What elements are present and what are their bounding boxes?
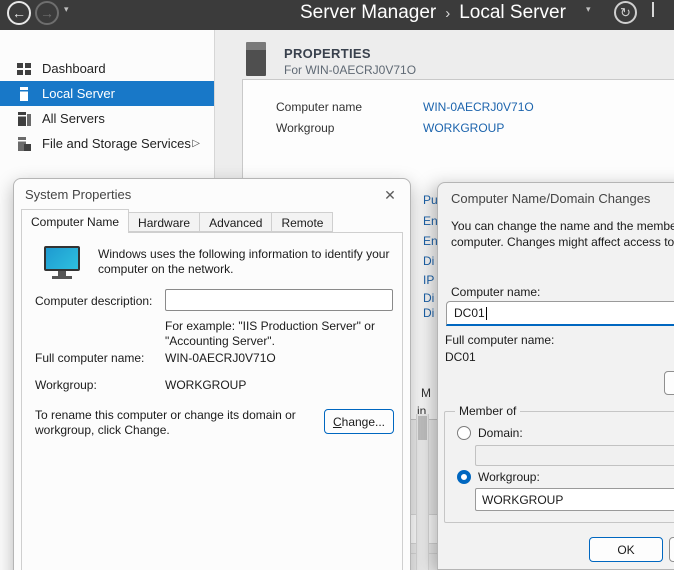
sidebar-item-file-storage-services[interactable]: File and Storage Services ▷ (0, 131, 214, 156)
full-computer-name-value: DC01 (445, 350, 476, 364)
domain-input (475, 445, 674, 466)
page-title: Local Server (459, 2, 566, 23)
expand-arrow-icon[interactable]: ▷ (192, 138, 200, 149)
clipped-text: M (421, 386, 431, 400)
breadcrumb-separator-icon: › (436, 5, 459, 22)
clipped-text: Pu (423, 193, 438, 207)
workgroup-label: Workgroup (276, 121, 334, 135)
sidebar-item-label: Local Server (42, 86, 115, 101)
rename-hint-text: To rename this computer or change its do… (35, 408, 303, 438)
dialog-title: System Properties (25, 187, 131, 202)
close-icon[interactable]: ✕ (380, 185, 400, 205)
tab-hardware[interactable]: Hardware (129, 212, 200, 232)
clipped-text: En (423, 214, 438, 228)
workgroup-radio[interactable] (457, 470, 471, 484)
manage-caret-icon[interactable]: ▾ (586, 4, 591, 15)
workgroup-link[interactable]: WORKGROUP (423, 121, 504, 135)
server-tile-icon (246, 42, 266, 76)
properties-subheading: For WIN-0AECRJ0V71O (284, 63, 416, 77)
workgroup-value: WORKGROUP (165, 378, 246, 393)
cancel-button-partial[interactable] (669, 537, 674, 562)
description-example-text: For example: "IIS Production Server" or … (165, 319, 409, 349)
clipped-text: Di (423, 254, 434, 268)
servers-icon (16, 111, 32, 127)
dialog-title: Computer Name/Domain Changes (451, 191, 650, 206)
workgroup-label: Workgroup: (35, 378, 97, 393)
computer-name-input[interactable]: DC01 (446, 301, 674, 326)
domain-radio[interactable] (457, 426, 471, 440)
server-icon (16, 86, 32, 102)
properties-heading: PROPERTIES (284, 46, 371, 61)
clipped-text: En (423, 234, 438, 248)
full-computer-name-label: Full computer name: (35, 351, 144, 366)
nav-history-caret-icon[interactable]: ▾ (64, 4, 69, 15)
app-title: Server Manager (300, 2, 436, 23)
background-scrollbar[interactable] (416, 414, 429, 570)
domain-changes-dialog: Computer Name/Domain Changes You can cha… (437, 182, 674, 570)
sidebar-item-dashboard[interactable]: Dashboard (0, 56, 214, 81)
dialog-intro-line1: You can change the name and the membersh… (451, 219, 674, 233)
computer-description-label: Computer description: (35, 294, 152, 309)
identify-info-text: Windows uses the following information t… (98, 247, 392, 277)
back-icon[interactable]: ← (7, 1, 31, 25)
sidebar-item-label: File and Storage Services (42, 136, 191, 151)
full-computer-name-value: WIN-0AECRJ0V71O (165, 351, 276, 366)
workgroup-input[interactable]: WORKGROUP (475, 488, 674, 511)
sidebar-item-label: All Servers (42, 111, 105, 126)
clipped-text: Di (423, 306, 434, 320)
tab-remote[interactable]: Remote (272, 212, 333, 232)
sidebar-item-local-server[interactable]: Local Server (0, 81, 214, 106)
tab-advanced[interactable]: Advanced (200, 212, 272, 232)
forward-icon[interactable]: → (35, 1, 59, 25)
refresh-icon[interactable]: ↻ (614, 1, 637, 24)
sidebar-item-all-servers[interactable]: All Servers (0, 106, 214, 131)
full-computer-name-label: Full computer name: (445, 333, 554, 347)
ok-button[interactable]: OK (589, 537, 663, 562)
dialog-intro-line2: computer. Changes might affect access to… (451, 235, 674, 249)
text-caret (486, 307, 487, 320)
system-properties-dialog: System Properties ✕ Computer Name Hardwa… (13, 178, 411, 570)
server-manager-window: ← → ▾ Server Manager›Local Server ▾ ↻ Da… (0, 0, 674, 570)
notification-flag-icon[interactable] (652, 2, 654, 17)
tab-computer-name[interactable]: Computer Name (21, 209, 129, 233)
scrollbar-thumb[interactable] (418, 416, 427, 440)
member-of-label: Member of (455, 404, 520, 418)
change-button[interactable]: Change... (324, 409, 394, 434)
member-of-groupbox: Member of Domain: Workgroup: WORKGROUP (444, 411, 674, 523)
dashboard-icon (16, 61, 32, 77)
breadcrumb: Server Manager›Local Server (300, 2, 566, 24)
computer-name-label: Computer name: (451, 285, 540, 299)
more-button-partial[interactable] (664, 371, 674, 395)
computer-name-tab-page: Windows uses the following information t… (21, 232, 403, 570)
computer-name-link[interactable]: WIN-0AECRJ0V71O (423, 100, 534, 114)
tab-strip: Computer Name Hardware Advanced Remote (21, 209, 333, 232)
file-storage-icon (16, 136, 32, 152)
workgroup-radio-label[interactable]: Workgroup: (478, 470, 540, 484)
titlebar: ← → ▾ Server Manager›Local Server ▾ ↻ (0, 0, 674, 30)
sidebar-item-label: Dashboard (42, 61, 106, 76)
clipped-text: IP (423, 273, 434, 287)
computer-name-label: Computer name (276, 100, 362, 114)
clipped-text: Di (423, 291, 434, 305)
domain-radio-label[interactable]: Domain: (478, 426, 523, 440)
monitor-icon (44, 246, 82, 280)
computer-description-input[interactable] (165, 289, 393, 311)
